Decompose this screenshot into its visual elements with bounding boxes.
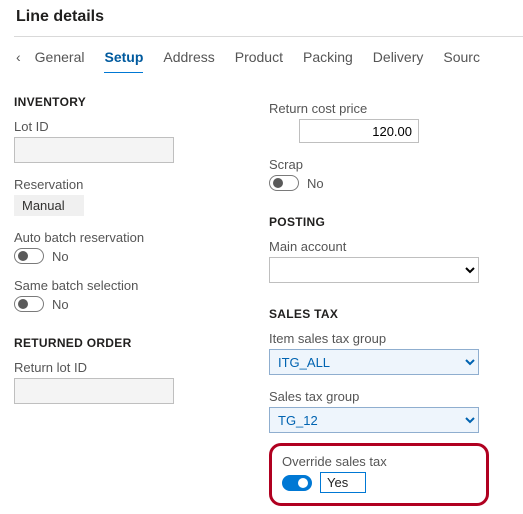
label-lot-id: Lot ID — [14, 119, 239, 134]
toggle-scrap[interactable] — [269, 175, 299, 191]
select-item-sales-tax-group[interactable]: ITG_ALL — [269, 349, 479, 375]
label-return-lot-id: Return lot ID — [14, 360, 239, 375]
field-item-sales-tax-group: Item sales tax group ITG_ALL — [269, 331, 504, 375]
value-reservation[interactable]: Manual — [14, 195, 84, 216]
select-main-account[interactable] — [269, 257, 479, 283]
input-return-cost[interactable] — [299, 119, 419, 143]
tab-delivery[interactable]: Delivery — [373, 49, 424, 65]
section-returned-order: RETURNED ORDER — [14, 336, 239, 350]
section-posting: POSTING — [269, 215, 504, 229]
section-sales-tax: SALES TAX — [269, 307, 504, 321]
tab-packing[interactable]: Packing — [303, 49, 353, 65]
field-sales-tax-group: Sales tax group TG_12 — [269, 389, 504, 433]
toggle-override-sales-tax[interactable] — [282, 475, 312, 491]
field-main-account: Main account — [269, 239, 504, 283]
toggle-auto-batch[interactable] — [14, 248, 44, 264]
field-return-cost: Return cost price — [269, 101, 504, 143]
select-sales-tax-group[interactable]: TG_12 — [269, 407, 479, 433]
value-scrap: No — [307, 176, 324, 191]
tab-general[interactable]: General — [35, 49, 85, 65]
field-auto-batch: Auto batch reservation No — [14, 230, 239, 264]
column-right: Return cost price Scrap No POSTING Main … — [269, 95, 504, 506]
field-lot-id: Lot ID — [14, 119, 239, 163]
input-return-lot-id[interactable] — [14, 378, 174, 404]
label-override-sales-tax: Override sales tax — [282, 454, 476, 469]
value-override-sales-tax: Yes — [320, 472, 366, 493]
tab-sourcing[interactable]: Sourc — [443, 49, 480, 65]
form-columns: INVENTORY Lot ID Reservation Manual Auto… — [14, 95, 523, 506]
column-left: INVENTORY Lot ID Reservation Manual Auto… — [14, 95, 239, 506]
value-same-batch: No — [52, 297, 69, 312]
chevron-left-icon[interactable]: ‹ — [16, 49, 21, 65]
label-item-sales-tax-group: Item sales tax group — [269, 331, 504, 346]
section-inventory: INVENTORY — [14, 95, 239, 109]
label-reservation: Reservation — [14, 177, 239, 192]
field-scrap: Scrap No — [269, 157, 504, 191]
label-scrap: Scrap — [269, 157, 504, 172]
label-auto-batch: Auto batch reservation — [14, 230, 239, 245]
page-title: Line details — [14, 8, 523, 36]
toggle-same-batch[interactable] — [14, 296, 44, 312]
input-lot-id[interactable] — [14, 137, 174, 163]
highlight-override-sales-tax: Override sales tax Yes — [269, 443, 489, 506]
field-reservation: Reservation Manual — [14, 177, 239, 216]
tab-setup[interactable]: Setup — [104, 49, 143, 65]
tab-address[interactable]: Address — [163, 49, 214, 65]
field-same-batch: Same batch selection No — [14, 278, 239, 312]
label-main-account: Main account — [269, 239, 504, 254]
tab-product[interactable]: Product — [235, 49, 283, 65]
label-same-batch: Same batch selection — [14, 278, 239, 293]
value-auto-batch: No — [52, 249, 69, 264]
field-return-lot-id: Return lot ID — [14, 360, 239, 404]
label-sales-tax-group: Sales tax group — [269, 389, 504, 404]
label-return-cost: Return cost price — [269, 101, 504, 116]
tab-bar: ‹ General Setup Address Product Packing … — [14, 37, 523, 73]
